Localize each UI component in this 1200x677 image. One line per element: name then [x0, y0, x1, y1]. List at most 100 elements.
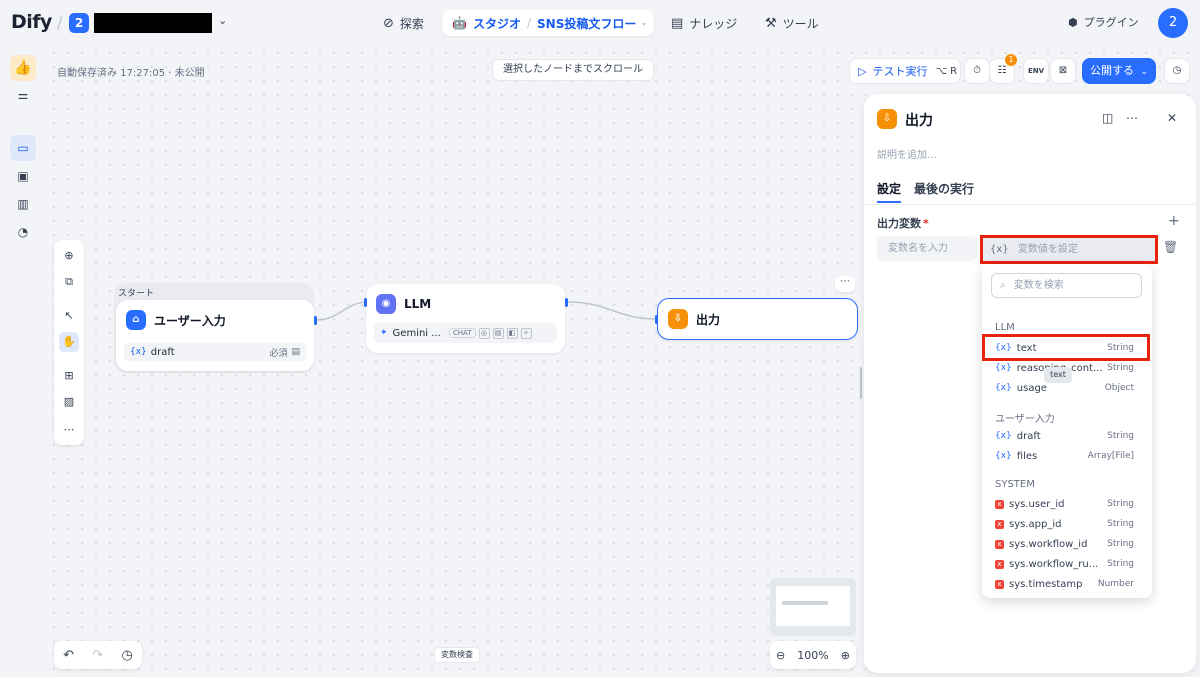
start-output-handle[interactable]	[314, 316, 317, 325]
group-title-user-input: ユーザー入力	[995, 414, 1055, 425]
option-type: Number	[1097, 579, 1134, 589]
required-label: 必須	[269, 348, 288, 359]
variable-button-icon[interactable]: ⊠	[1050, 58, 1076, 84]
system-variable-icon: x	[995, 499, 1004, 509]
publish-button[interactable]: 公開する ⌄	[1082, 58, 1156, 84]
book-open-icon[interactable]: ◫	[1102, 111, 1113, 125]
search-icon: ⌕	[1000, 280, 1006, 291]
required-star: *	[923, 217, 929, 230]
option-sys-app-id[interactable]: x sys.app_id String	[995, 515, 1134, 533]
zoom-in-icon[interactable]: ⊕	[841, 649, 850, 662]
start-node[interactable]: ⌂ ユーザー入力 {x} draft 必須 ▤	[116, 300, 314, 371]
text-type-icon: ▤	[291, 347, 300, 357]
option-name: usage	[1016, 382, 1047, 394]
add-variable-icon[interactable]: +	[1168, 213, 1180, 229]
output-vars-text: 出力変数	[877, 217, 921, 230]
option-sys-workflow-run-id[interactable]: x sys.workflow_ru... String	[995, 555, 1134, 573]
variable-icon: {x}	[130, 347, 147, 357]
variable-icon: {x}	[995, 363, 1012, 373]
output-node-title: 出力	[696, 312, 721, 327]
system-variable-icon: x	[995, 519, 1004, 529]
option-type: Object	[1104, 383, 1134, 393]
publish-label: 公開する	[1089, 64, 1134, 77]
trash-icon[interactable]: 🗑	[1163, 240, 1178, 254]
tab-last-run[interactable]: 最後の実行	[914, 180, 974, 197]
node-more-button[interactable]: ⋯	[835, 276, 855, 292]
output-icon: ⇩	[877, 109, 897, 129]
option-user-draft[interactable]: {x} draft String	[995, 427, 1134, 445]
env-button[interactable]: ENV	[1023, 58, 1049, 84]
option-type: String	[1107, 539, 1134, 549]
close-icon[interactable]: ✕	[1167, 111, 1177, 125]
llm-node-title: LLM	[404, 297, 432, 311]
redo-icon[interactable]: ↷	[92, 648, 103, 663]
group-title-system: SYSTEM	[995, 479, 1035, 490]
option-type: String	[1107, 499, 1134, 509]
llm-input-handle[interactable]	[364, 298, 367, 307]
option-sys-user-id[interactable]: x sys.user_id String	[995, 495, 1134, 513]
option-name: sys.app_id	[1009, 518, 1062, 530]
zoom-level[interactable]: 100%	[797, 649, 828, 662]
variable-icon: {x}	[995, 383, 1012, 393]
panel-title[interactable]: 出力	[905, 110, 933, 130]
more-icon[interactable]: ⋯	[1126, 111, 1138, 125]
zoom-controls: ⊖ 100% ⊕	[770, 641, 856, 669]
option-name: files	[1016, 450, 1038, 462]
history-controls: ↶ ↷ ◷	[54, 641, 142, 669]
option-type: Array[File]	[1087, 451, 1134, 461]
test-run-button[interactable]: ▷ テスト実行 ⌥ R	[849, 58, 961, 84]
option-user-files[interactable]: {x} files Array[File]	[995, 447, 1134, 465]
llm-output-handle[interactable]	[565, 298, 568, 307]
option-name: sys.workflow_id	[1009, 538, 1088, 550]
variable-icon: {x}	[995, 431, 1012, 441]
undo-icon[interactable]: ↶	[63, 648, 74, 663]
llm-mode-tag: CHAT	[448, 328, 476, 338]
variable-search-input[interactable]: ⌕ 変数を検索	[991, 273, 1142, 298]
history-icon[interactable]: ◷	[122, 648, 133, 663]
image-icon: ◧	[506, 327, 518, 339]
variable-icon: {x}	[990, 244, 1009, 255]
llm-node[interactable]: ◉ LLM ✦ Gemini ... CHAT ◎ ▤ ◧ ✧	[366, 284, 565, 353]
variable-inspect-button[interactable]: 変数検査	[434, 647, 480, 663]
option-type: String	[1107, 363, 1134, 373]
variable-name-input[interactable]: 変数名を入力	[877, 236, 977, 261]
chevron-down-icon: ⌄	[1140, 67, 1149, 77]
checklist-clock-icon[interactable]: ⏱	[964, 58, 990, 84]
play-icon: ▷	[858, 64, 867, 78]
system-variable-icon: x	[995, 539, 1004, 549]
version-history-icon[interactable]: ◷	[1164, 58, 1190, 84]
highlight-box	[982, 334, 1150, 361]
start-node-title: ユーザー入力	[154, 313, 226, 328]
notification-badge: 1	[1005, 54, 1017, 66]
option-tooltip: text	[1044, 367, 1072, 383]
option-type: String	[1107, 519, 1134, 529]
edge-llm-output	[566, 301, 659, 320]
output-node[interactable]: ⇩ 出力	[657, 298, 858, 340]
output-icon: ⇩	[668, 309, 688, 329]
variable-value-selector[interactable]: {x} 変数値を設定	[980, 235, 1158, 264]
description-input[interactable]: 説明を追加...	[877, 146, 937, 161]
zoom-out-icon[interactable]: ⊖	[776, 649, 785, 662]
output-input-handle[interactable]	[655, 315, 658, 324]
option-sys-timestamp[interactable]: x sys.timestamp Number	[995, 575, 1134, 593]
tool-icon: ✧	[520, 327, 532, 339]
vision-icon: ◎	[478, 327, 490, 339]
variable-icon: {x}	[995, 451, 1012, 461]
option-name: sys.user_id	[1009, 498, 1065, 510]
gemini-icon: ✦	[380, 328, 388, 338]
tab-settings[interactable]: 設定	[877, 180, 901, 197]
start-var-row: {x} draft 必須 ▤	[124, 343, 306, 361]
tab-divider	[864, 204, 1196, 205]
option-type: String	[1107, 431, 1134, 441]
llm-icon: ◉	[376, 294, 396, 314]
edge-start-llm	[315, 301, 369, 321]
option-name: sys.timestamp	[1009, 578, 1083, 590]
start-tag: スタート	[118, 289, 155, 299]
option-name: draft	[1016, 430, 1041, 442]
group-title-llm: LLM	[995, 322, 1015, 333]
minimap[interactable]	[770, 578, 856, 636]
system-variable-icon: x	[995, 579, 1004, 589]
option-sys-workflow-id[interactable]: x sys.workflow_id String	[995, 535, 1134, 553]
test-run-shortcut: ⌥ R	[935, 65, 958, 77]
panel-resize-handle[interactable]	[860, 367, 862, 399]
